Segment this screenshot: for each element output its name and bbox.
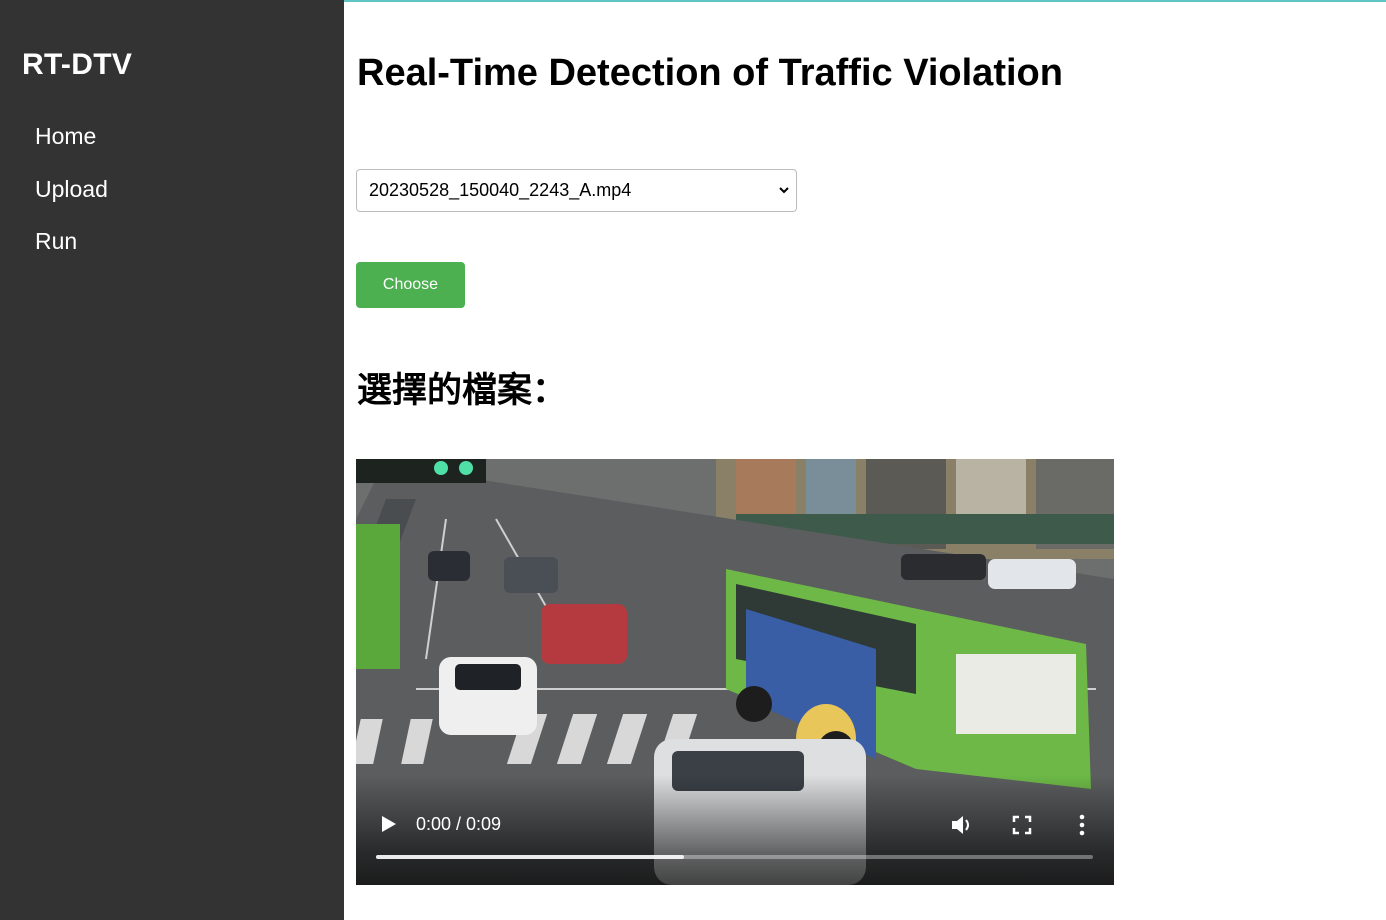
file-select[interactable]: 20230528_150040_2243_A.mp4 xyxy=(356,169,797,212)
sidebar: RT-DTV Home Upload Run xyxy=(0,0,344,920)
page-title: Real-Time Detection of Traffic Violation xyxy=(357,52,1063,94)
video-player[interactable]: 0:00 / 0:09 xyxy=(356,459,1114,885)
selected-file-heading: 選擇的檔案： xyxy=(357,371,568,411)
video-time-display: 0:00 / 0:09 xyxy=(416,814,502,834)
video-progress-bar[interactable] xyxy=(376,855,1093,859)
sidebar-item-run[interactable]: Run xyxy=(35,225,108,278)
video-buffered-fill xyxy=(376,855,685,859)
brand-logo-text: RT-DTV xyxy=(22,48,133,81)
fullscreen-icon[interactable] xyxy=(1012,815,1032,835)
more-options-icon[interactable] xyxy=(1076,814,1088,836)
sidebar-item-upload[interactable]: Upload xyxy=(35,173,108,226)
sidebar-item-home[interactable]: Home xyxy=(35,120,108,173)
file-select-value: 20230528_150040_2243_A.mp4 xyxy=(369,180,632,200)
play-icon[interactable] xyxy=(378,814,398,834)
chevron-down-icon xyxy=(779,187,789,194)
choose-button[interactable]: Choose xyxy=(356,262,465,308)
volume-icon[interactable] xyxy=(950,814,974,836)
main-content: Real-Time Detection of Traffic Violation… xyxy=(356,0,1357,920)
sidebar-nav: Home Upload Run xyxy=(35,120,108,278)
